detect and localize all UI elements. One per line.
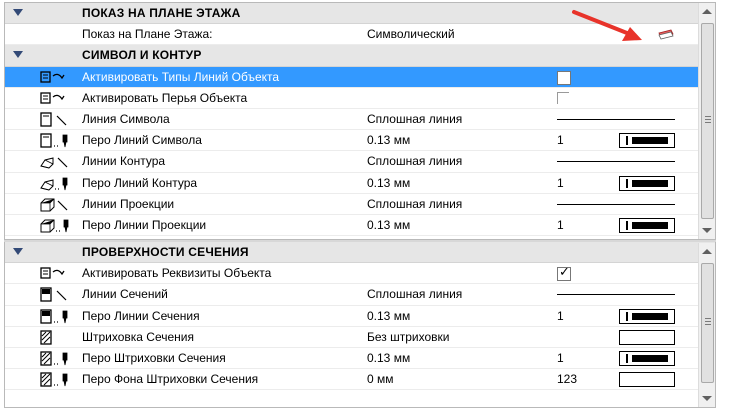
line-preview[interactable] <box>557 294 675 296</box>
row-label: Перо Линий Контура <box>82 175 198 190</box>
collapse-triangle-icon[interactable] <box>13 9 23 16</box>
row-label: Линии Проекции <box>82 196 175 211</box>
section-title: СИМВОЛ И КОНТУР <box>82 48 202 63</box>
cut-fill-row[interactable]: Штриховка Сечения Без штриховки <box>5 327 715 348</box>
pen-number[interactable]: 1 <box>557 218 564 232</box>
scroll-down-arrow-icon[interactable] <box>702 228 712 233</box>
row-label: Линии Сечений <box>82 287 168 302</box>
cut-fill-pen-row[interactable]: Перо Штриховки Сечения 0.13 мм 1 <box>5 348 715 370</box>
cut-fill-icon <box>40 330 52 345</box>
object-linetype-icon <box>40 70 65 83</box>
row-value[interactable]: Сплошная линия <box>367 287 462 301</box>
section-header-cut-surfaces[interactable]: ПРОВЕРХНОСТИ СЕЧЕНИЯ <box>5 242 715 264</box>
row-value[interactable]: 0.13 мм <box>367 176 410 190</box>
row-label: Активировать Типы Линий Объекта <box>82 69 280 84</box>
row-value[interactable]: 0.13 мм <box>367 351 410 365</box>
pen-number[interactable]: 1 <box>557 309 564 323</box>
pen-preview[interactable] <box>619 350 675 366</box>
section-title: ПОКАЗ НА ПЛАНЕ ЭТАЖА <box>82 6 241 21</box>
section-title: ПРОВЕРХНОСТИ СЕЧЕНИЯ <box>82 245 249 260</box>
attributes-checkbox[interactable]: ✓ <box>557 265 571 282</box>
row-label: Перо Линий Символа <box>82 133 202 148</box>
pen-preview[interactable] <box>619 175 675 191</box>
fill-preview[interactable] <box>619 372 675 388</box>
cut-pen-row[interactable]: Перо Линии Сечения 0.13 мм 1 <box>5 306 715 327</box>
projection-line-row[interactable]: Линии Проекции Сплошная линия <box>5 194 715 215</box>
row-value[interactable]: Символический <box>367 27 455 41</box>
section-header-symbol-contour[interactable]: СИМВОЛ И КОНТУР <box>5 45 715 67</box>
checkmark-icon: ✓ <box>559 265 570 281</box>
symbol-pen-icon <box>40 133 68 148</box>
collapse-triangle-icon[interactable] <box>13 248 23 255</box>
scroll-up-arrow-icon[interactable] <box>702 249 712 254</box>
collapse-triangle-icon[interactable] <box>13 51 23 59</box>
projection-pen-icon <box>40 219 69 233</box>
line-preview[interactable] <box>557 161 675 163</box>
pens-checkbox[interactable] <box>557 91 569 104</box>
row-label: Линии Контура <box>82 154 166 169</box>
pen-number[interactable]: 1 <box>557 351 564 365</box>
scroll-thumb[interactable] <box>701 23 714 219</box>
scroll-thumb[interactable] <box>701 263 714 383</box>
cut-fill-pen-icon <box>40 351 68 366</box>
cut-line-icon <box>40 287 67 303</box>
symbol-pen-row[interactable]: Перо Линий Символа 0.13 мм 1 <box>5 130 715 152</box>
row-label: Активировать Реквизиты Объекта <box>82 266 272 281</box>
symbol-line-icon <box>40 112 67 127</box>
line-preview[interactable] <box>557 118 675 120</box>
row-value[interactable]: Сплошная линия <box>367 112 462 126</box>
scrollbar-bottom[interactable] <box>698 243 715 407</box>
fill-preview[interactable] <box>619 329 675 345</box>
symbol-line-row[interactable]: Линия Символа Сплошная линия <box>5 109 715 131</box>
linetypes-checkbox[interactable] <box>557 70 571 85</box>
row-value[interactable]: 0.13 мм <box>367 309 410 323</box>
cut-fill-bg-pen-row[interactable]: Перо Фона Штриховки Сечения 0 мм 123 <box>5 369 715 391</box>
row-value[interactable]: Сплошная линия <box>367 197 462 211</box>
settings-panel-top: ПОКАЗ НА ПЛАНЕ ЭТАЖА Показ на Плане Этаж… <box>4 2 716 240</box>
row-label: Активировать Перья Объекта <box>82 90 248 105</box>
projection-pen-row[interactable]: Перо Линии Проекции 0.13 мм 1 <box>5 215 715 237</box>
pen-number[interactable]: 1 <box>557 133 564 147</box>
floor-plan-swatch-icon[interactable] <box>656 28 674 40</box>
projection-line-icon <box>40 198 68 212</box>
contour-line-row[interactable]: Линии Контура Сплошная линия <box>5 151 715 173</box>
scroll-up-arrow-icon[interactable] <box>702 9 712 14</box>
activate-attributes-row[interactable]: Активировать Реквизиты Объекта ✓ <box>5 263 715 285</box>
pen-number[interactable]: 1 <box>557 176 564 190</box>
contour-line-icon <box>40 157 68 169</box>
scrollbar-top[interactable] <box>698 3 715 239</box>
row-label: Перо Фона Штриховки Сечения <box>82 372 259 387</box>
contour-pen-icon <box>40 177 68 191</box>
settings-panel-bottom: ПРОВЕРХНОСТИ СЕЧЕНИЯ Активировать Реквиз… <box>4 242 716 408</box>
line-preview[interactable] <box>557 203 675 205</box>
section-header-floor-plan[interactable]: ПОКАЗ НА ПЛАНЕ ЭТАЖА <box>5 3 715 25</box>
cut-fill-bg-pen-icon <box>40 372 68 387</box>
contour-pen-row[interactable]: Перо Линий Контура 0.13 мм 1 <box>5 173 715 194</box>
cut-line-row[interactable]: Линии Сечений Сплошная линия <box>5 284 715 306</box>
object-attributes-icon <box>40 267 65 279</box>
row-value[interactable]: Сплошная линия <box>367 154 462 168</box>
floor-plan-display-row[interactable]: Показ на Плане Этажа: Символический <box>5 24 715 46</box>
cut-pen-icon <box>40 308 68 324</box>
activate-linetypes-row[interactable]: Активировать Типы Линий Объекта <box>5 66 715 88</box>
row-label: Перо Линии Сечения <box>82 308 200 323</box>
row-value[interactable]: 0.13 мм <box>367 133 410 147</box>
scroll-down-arrow-icon[interactable] <box>702 396 712 401</box>
row-label: Линия Символа <box>82 112 170 127</box>
pen-preview[interactable] <box>619 308 675 324</box>
row-label: Перо Линии Проекции <box>82 217 207 232</box>
activate-pens-row[interactable]: Активировать Перья Объекта <box>5 88 715 109</box>
row-value[interactable]: Без штриховки <box>367 330 450 344</box>
pen-number[interactable]: 123 <box>557 372 577 386</box>
pen-preview[interactable] <box>619 133 675 149</box>
row-value[interactable]: 0 мм <box>367 372 394 386</box>
object-pen-icon <box>40 92 65 104</box>
row-label: Показ на Плане Этажа: <box>82 27 213 42</box>
row-value[interactable]: 0.13 мм <box>367 218 410 232</box>
row-label: Штриховка Сечения <box>82 329 195 344</box>
pen-preview[interactable] <box>619 217 675 233</box>
row-label: Перо Штриховки Сечения <box>82 351 226 366</box>
